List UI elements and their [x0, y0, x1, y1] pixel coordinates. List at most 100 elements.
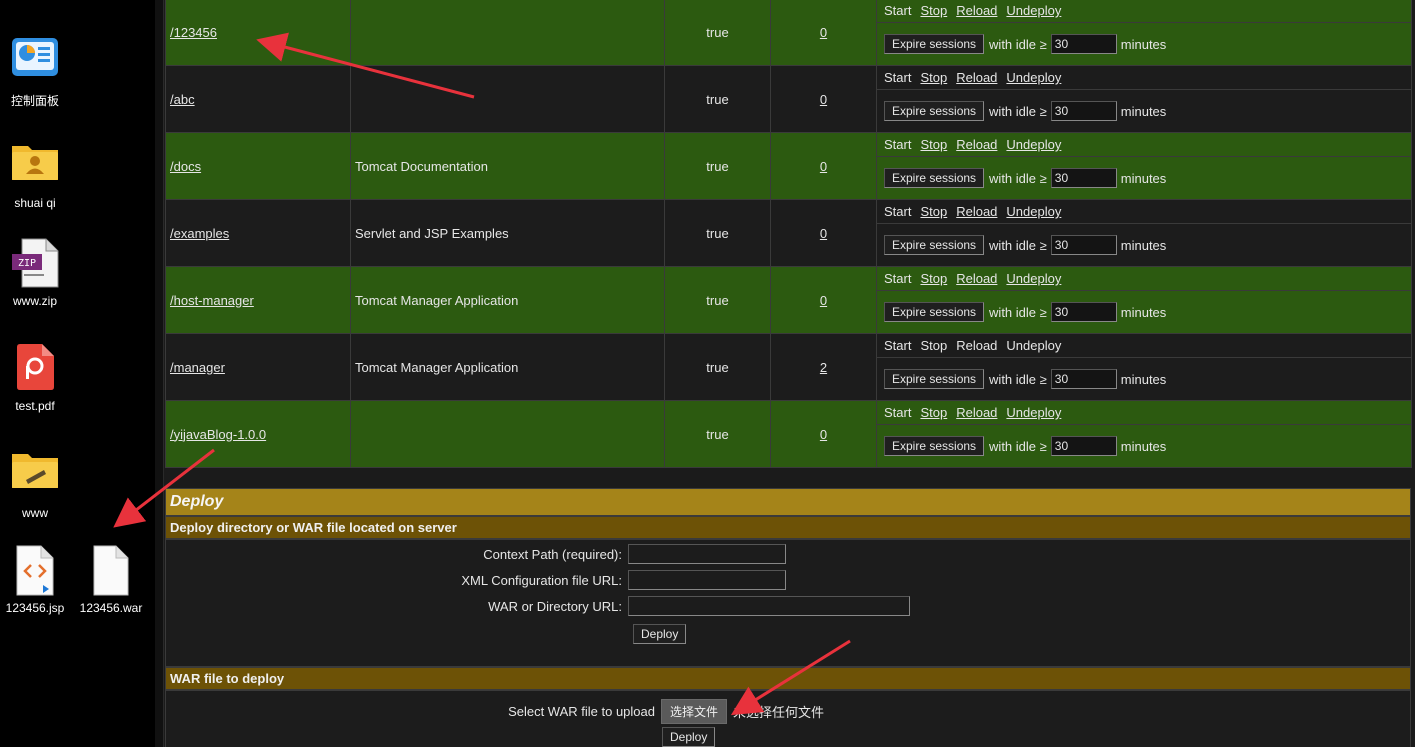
stop-link[interactable]: Stop: [920, 204, 947, 219]
page-left-border: [155, 0, 164, 747]
app-sessions-link[interactable]: 0: [820, 159, 827, 174]
app-display-name: [350, 65, 665, 133]
undeploy-link[interactable]: Undeploy: [1006, 405, 1061, 420]
code-file-icon: [10, 545, 60, 596]
control-panel-icon: [10, 36, 60, 86]
xml-config-url-input[interactable]: [628, 570, 786, 590]
stop-link[interactable]: Stop: [920, 137, 947, 152]
expire-sessions-form: Expire sessionswith idle ≥ minutes: [877, 425, 1411, 467]
start-command: Start: [884, 137, 912, 152]
idle-minutes-input[interactable]: [1050, 235, 1117, 255]
app-path-cell: /yijavaBlog-1.0.0: [165, 400, 351, 468]
reload-link[interactable]: Reload: [956, 405, 997, 420]
app-sessions-cell: 0: [770, 266, 877, 334]
app-path-link[interactable]: /abc: [170, 92, 195, 107]
expire-sessions-button[interactable]: Expire sessions: [884, 168, 985, 188]
app-commands-cell: Start Stop Reload Undeploy Expire sessions wi…: [876, 333, 1412, 401]
reload-link[interactable]: Reload: [956, 271, 997, 286]
desktop-icon-zip[interactable]: ZIP www.zip: [0, 238, 70, 308]
app-display-name: Tomcat Documentation: [350, 132, 665, 200]
expire-sessions-form: Expire sessionswith idle ≥ minutes: [877, 358, 1411, 400]
app-path-link[interactable]: /host-manager: [170, 293, 254, 308]
undeploy-link[interactable]: Undeploy: [1006, 137, 1061, 152]
desktop-icon-control-panel[interactable]: 控制面板: [0, 36, 70, 109]
stop-link[interactable]: Stop: [920, 70, 947, 85]
expire-sessions-form: Expire sessionswith idle ≥ minutes: [877, 224, 1411, 266]
undeploy-link[interactable]: Undeploy: [1006, 271, 1061, 286]
expire-sessions-button[interactable]: Expire sessions: [884, 235, 985, 255]
stop-link: Stop: [920, 338, 948, 353]
with-idle-label: with idle ≥: [989, 304, 1047, 320]
app-path-link[interactable]: /manager: [170, 360, 225, 375]
idle-minutes-input[interactable]: [1050, 436, 1117, 456]
expire-sessions-form: Expire sessionswith idle ≥ minutes: [877, 157, 1411, 199]
app-sessions-link[interactable]: 0: [820, 427, 827, 442]
app-sessions-link[interactable]: 0: [820, 226, 827, 241]
app-path-link[interactable]: /examples: [170, 226, 229, 241]
app-sessions-link[interactable]: 2: [820, 360, 827, 375]
app-path-cell: /manager: [165, 333, 351, 401]
idle-minutes-input[interactable]: [1050, 302, 1117, 322]
desktop-icon-pdf[interactable]: test.pdf: [0, 343, 70, 413]
idle-minutes-input[interactable]: [1050, 101, 1117, 121]
desktop-icon-war[interactable]: 123456.war: [76, 545, 146, 615]
minutes-label: minutes: [1120, 304, 1167, 320]
start-command: Start: [884, 405, 912, 420]
reload-link[interactable]: Reload: [956, 204, 997, 219]
undeploy-link[interactable]: Undeploy: [1006, 3, 1061, 18]
context-path-input[interactable]: [628, 544, 786, 564]
app-path-cell: /docs: [165, 132, 351, 200]
idle-minutes-input[interactable]: [1050, 34, 1117, 54]
app-running-status: true: [664, 266, 771, 334]
undeploy-link[interactable]: Undeploy: [1006, 70, 1061, 85]
with-idle-label: with idle ≥: [989, 103, 1047, 119]
app-sessions-link[interactable]: 0: [820, 293, 827, 308]
idle-minutes-input[interactable]: [1050, 168, 1117, 188]
app-path-link[interactable]: /123456: [170, 25, 217, 40]
desktop-icon-label: 控制面板: [10, 94, 59, 108]
war-upload-deploy-button[interactable]: Deploy: [662, 727, 716, 747]
app-running-status: true: [664, 400, 771, 468]
blank-file-icon: [86, 545, 136, 596]
table-row: /yijavaBlog-1.0.0 true 0 Start Stop Reload Und…: [165, 400, 1412, 468]
expire-sessions-button[interactable]: Expire sessions: [884, 101, 985, 121]
reload-link[interactable]: Reload: [956, 70, 997, 85]
app-command-links: Start Stop Reload Undeploy: [877, 200, 1411, 224]
war-url-input[interactable]: [628, 596, 910, 616]
app-sessions-cell: 0: [770, 132, 877, 200]
app-path-link[interactable]: /docs: [170, 159, 201, 174]
table-row: /123456 true 0 Start Stop Reload Undeploy Expir…: [165, 0, 1412, 66]
expire-sessions-button[interactable]: Expire sessions: [884, 302, 985, 322]
table-row: /host-manager Tomcat Manager Application t…: [165, 266, 1412, 334]
start-command: Start: [884, 204, 912, 219]
deploy-title: Deploy: [165, 488, 1411, 516]
idle-minutes-input[interactable]: [1050, 369, 1117, 389]
app-display-name: [350, 0, 665, 66]
war-url-label: WAR or Directory URL:: [488, 598, 622, 614]
choose-file-button[interactable]: 选择文件: [661, 699, 728, 724]
stop-link[interactable]: Stop: [920, 405, 947, 420]
with-idle-label: with idle ≥: [989, 371, 1047, 387]
undeploy-link[interactable]: Undeploy: [1006, 204, 1061, 219]
desktop-icon-label: www: [22, 506, 48, 520]
desktop-icon-label: www.zip: [12, 294, 57, 308]
desktop-icon-label: 123456.jsp: [5, 601, 65, 615]
stop-link[interactable]: Stop: [920, 271, 947, 286]
expire-sessions-button[interactable]: Expire sessions: [884, 436, 985, 456]
expire-sessions-button[interactable]: Expire sessions: [884, 369, 985, 389]
app-path-link[interactable]: /yijavaBlog-1.0.0: [170, 427, 266, 442]
reload-link[interactable]: Reload: [956, 3, 997, 18]
app-running-status: true: [664, 0, 771, 66]
desktop-icon-jsp[interactable]: 123456.jsp: [0, 545, 70, 615]
expire-sessions-button[interactable]: Expire sessions: [884, 34, 985, 54]
desktop-icon-www-folder[interactable]: www: [0, 450, 70, 520]
minutes-label: minutes: [1120, 371, 1167, 387]
with-idle-label: with idle ≥: [989, 36, 1047, 52]
stop-link[interactable]: Stop: [920, 3, 947, 18]
app-sessions-link[interactable]: 0: [820, 92, 827, 107]
reload-link[interactable]: Reload: [956, 137, 997, 152]
undeploy-link: Undeploy: [1006, 338, 1062, 353]
desktop-icon-user-folder[interactable]: shuai qi: [0, 140, 70, 210]
server-deploy-button[interactable]: Deploy: [633, 624, 687, 644]
app-sessions-link[interactable]: 0: [820, 25, 827, 40]
